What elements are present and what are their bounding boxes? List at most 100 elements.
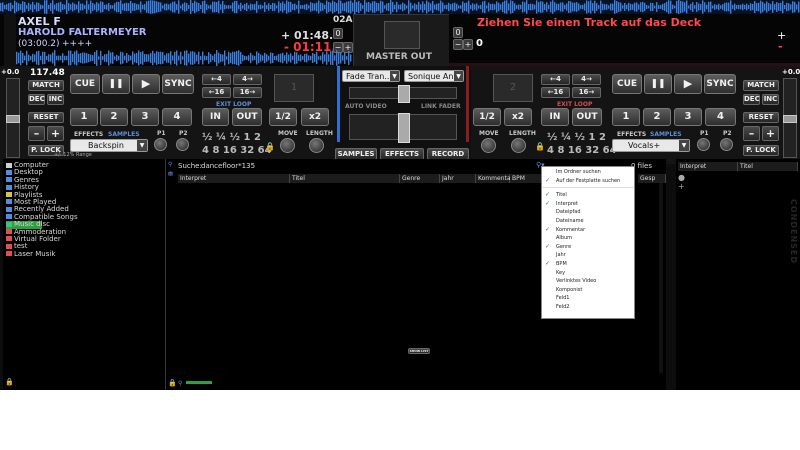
lock-icon[interactable]: 0 [333, 28, 343, 39]
menu-item[interactable]: Jahr [542, 251, 634, 260]
column-header[interactable]: Interpret [178, 174, 290, 183]
match-button[interactable]: MATCH [28, 80, 64, 91]
waveform-overview[interactable] [0, 0, 800, 14]
pitch-plus-button[interactable]: + [47, 126, 64, 141]
p2-knob-left[interactable] [176, 138, 189, 151]
hotcue-2-button[interactable]: 2 [100, 108, 128, 126]
menu-item[interactable]: Feld2 [542, 303, 634, 312]
pitch-minus-button[interactable]: – [28, 126, 45, 141]
sidelist-column-header[interactable]: Titel [738, 162, 798, 171]
loop-beats-multiples-right[interactable]: 4 8 16 32 64 [547, 145, 617, 156]
tree-item[interactable]: Laser Musik [6, 250, 165, 258]
menu-item[interactable]: ✓ Interpret [542, 200, 634, 209]
length-knob-left[interactable] [309, 138, 324, 153]
hotcue-3-button[interactable]: 3 [131, 108, 159, 126]
menu-item[interactable]: Dateiname [542, 217, 634, 226]
p1-knob-left[interactable] [154, 138, 167, 151]
vertical-scrollbar[interactable] [659, 183, 663, 373]
show-list-button[interactable]: SHOW LIST [408, 348, 430, 354]
loop-half-button-right[interactable]: 1/2 [473, 108, 501, 126]
loop-half-button[interactable]: 1/2 [269, 108, 297, 126]
p2-knob-right[interactable] [720, 138, 733, 151]
move-knob-right[interactable] [481, 138, 496, 153]
samples-tab-left[interactable]: SAMPLES [108, 131, 140, 138]
dec-button[interactable]: DEC [28, 94, 45, 105]
sync-button[interactable]: SYNC [162, 74, 194, 94]
column-header[interactable]: Titel [290, 174, 400, 183]
deck-left-rating[interactable]: ++++ [62, 39, 92, 49]
filter-icon[interactable]: ⛃ [168, 171, 173, 178]
column-header[interactable]: Genre [400, 174, 440, 183]
pitch-slider-left[interactable] [6, 78, 20, 158]
dec-button-right[interactable]: DEC [743, 94, 760, 105]
exit-loop-label-right[interactable]: EXIT LOOP [557, 101, 592, 108]
lock-icon-loop-right[interactable]: 🔒 [535, 142, 545, 151]
p1-knob-right[interactable] [697, 138, 710, 151]
loop-fwd-4-button[interactable]: 4→ [233, 74, 262, 85]
loop-beats-fractions-right[interactable]: ½ ¼ ½ 1 2 [547, 132, 606, 143]
lock-icon-list[interactable]: 🔒 [168, 379, 177, 387]
loop-out-button-right[interactable]: OUT [572, 108, 602, 126]
pause-button[interactable]: ❚❚ [102, 74, 130, 94]
exit-loop-label[interactable]: EXIT LOOP [216, 101, 251, 108]
reset-button[interactable]: RESET [28, 112, 64, 123]
hotcue-2-button-right[interactable]: 2 [643, 108, 671, 126]
pitch-slider-right[interactable] [783, 78, 797, 158]
crossfader-effect-select[interactable]: Fade Tran... ▼ [342, 70, 400, 82]
add-icon[interactable]: + [678, 182, 685, 191]
column-header[interactable]: Kommentar [476, 174, 513, 183]
loop-back-4-button[interactable]: ←4 [202, 74, 231, 85]
hotcue-4-button[interactable]: 4 [162, 108, 192, 126]
loop-beats-multiples[interactable]: 4 8 16 32 64 [202, 145, 272, 156]
lock-icon-right[interactable]: 0 [453, 27, 463, 38]
lock-icon-tree[interactable]: 🔒 [5, 378, 14, 386]
match-button-right[interactable]: MATCH [743, 80, 779, 91]
loop-double-button-right[interactable]: x2 [504, 108, 532, 126]
hotcue-4-button-right[interactable]: 4 [705, 108, 736, 126]
sync-button-right[interactable]: SYNC [704, 74, 736, 94]
samples-tab-right[interactable]: SAMPLES [650, 131, 682, 138]
menu-item[interactable]: Komponist [542, 286, 634, 295]
search-icon[interactable]: ⚲ [168, 161, 172, 168]
loop-back-16-button-right[interactable]: ←16 [541, 87, 570, 98]
length-knob-right[interactable] [511, 138, 526, 153]
move-knob-left[interactable] [280, 138, 295, 153]
play-button-right[interactable]: ▶ [674, 74, 702, 94]
effects-tab-right[interactable]: EFFECTS [617, 131, 646, 138]
loop-out-button[interactable]: OUT [232, 108, 262, 126]
inc-button[interactable]: INC [47, 94, 64, 105]
link-fader-label[interactable]: LINK FADER [421, 103, 461, 110]
pause-button-right[interactable]: ❚❚ [644, 74, 672, 94]
column-header[interactable]: Gesp [638, 174, 666, 183]
loop-double-button[interactable]: x2 [301, 108, 329, 126]
menu-item[interactable]: ✓ Auf der Festplatte suchen [542, 177, 634, 186]
auto-video-label[interactable]: AUTO VIDEO [345, 103, 387, 110]
menu-item[interactable]: Album [542, 234, 634, 243]
crossfader-top[interactable] [349, 85, 457, 103]
horizontal-scrollbar[interactable] [186, 381, 212, 384]
menu-item[interactable]: Key [542, 269, 634, 278]
deck-left-waveform[interactable] [16, 50, 352, 66]
hotcue-1-button[interactable]: 1 [70, 108, 98, 126]
menu-item[interactable]: Feld1 [542, 294, 634, 303]
menu-item[interactable]: ✓ Titel [542, 191, 634, 200]
crossfader-video[interactable] [349, 113, 457, 143]
plus-button-right[interactable]: + [463, 39, 473, 50]
menu-item[interactable]: Im Ordner suchen [542, 168, 634, 177]
play-button[interactable]: ▶ [132, 74, 160, 94]
menu-item[interactable]: ✓ Kommentar [542, 226, 634, 235]
zoom-icon[interactable]: ⚲ [178, 380, 182, 387]
effect-select-left[interactable]: Backspin ▼ [70, 139, 148, 152]
minus-button-right[interactable]: − [453, 39, 463, 50]
loop-in-button-right[interactable]: IN [541, 108, 569, 126]
effects-tab-left[interactable]: EFFECTS [74, 131, 103, 138]
search-input[interactable]: dancefloor*135 [201, 162, 255, 170]
loop-fwd-16-button-right[interactable]: 16→ [572, 87, 601, 98]
hotcue-3-button-right[interactable]: 3 [674, 108, 702, 126]
pitch-plus-button-right[interactable]: + [762, 126, 779, 141]
effect-select-right[interactable]: Vocals+ ▼ [612, 139, 690, 152]
loop-back-16-button[interactable]: ←16 [202, 87, 231, 98]
cue-button[interactable]: CUE [70, 74, 100, 94]
loop-in-button[interactable]: IN [202, 108, 229, 126]
menu-item[interactable]: Dateipfad [542, 208, 634, 217]
